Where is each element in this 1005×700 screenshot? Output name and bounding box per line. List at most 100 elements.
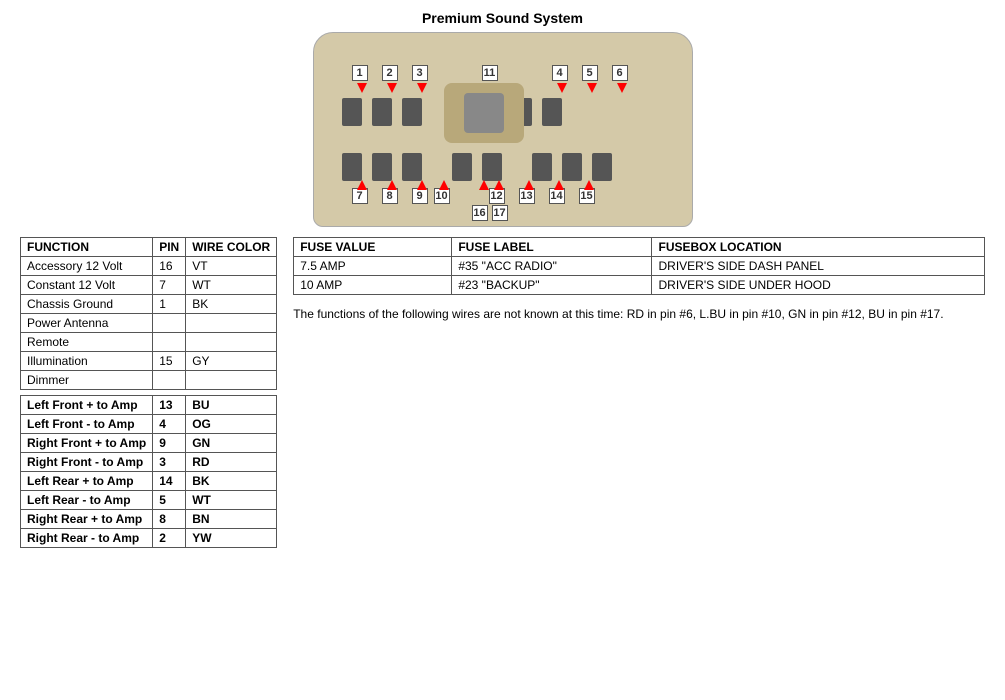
fuse-col-location: FUSEBOX LOCATION [652,238,985,257]
pin-label-10: 10 [434,188,450,204]
cell-color: WT [186,276,277,295]
cell-function: Chassis Ground [21,295,153,314]
cell-pin: 2 [153,529,186,548]
pin-label-15: 15 [579,188,595,204]
socket [542,98,562,126]
pin-label-6: 6 [612,65,628,81]
table-row: Right Rear - to Amp 2 YW [21,529,277,548]
arrow-12b [494,180,504,190]
socket [592,153,612,181]
cell-function: Left Front - to Amp [21,415,153,434]
arrow-13 [524,180,534,190]
cell-pin: 3 [153,453,186,472]
arrow-8 [387,180,397,190]
arrow-15 [584,180,594,190]
cell-fuse-label: #35 "ACC RADIO" [452,257,652,276]
page: Premium Sound System 1 2 3 11 4 5 6 [0,0,1005,700]
cell-fuse-location: DRIVER'S SIDE UNDER HOOD [652,276,985,295]
arrow-4 [557,83,567,93]
cell-function: Power Antenna [21,314,153,333]
arrow-6 [617,83,627,93]
cell-function: Left Front + to Amp [21,396,153,415]
cell-fuse-location: DRIVER'S SIDE DASH PANEL [652,257,985,276]
wire-table-container: FUNCTION PIN WIRE COLOR Accessory 12 Vol… [20,237,277,548]
table-row: 10 AMP #23 "BACKUP" DRIVER'S SIDE UNDER … [294,276,985,295]
pin-label-17: 17 [492,205,508,221]
cell-pin: 13 [153,396,186,415]
table-row: Accessory 12 Volt 16 VT [21,257,277,276]
pin-label-4: 4 [552,65,568,81]
wire-table: FUNCTION PIN WIRE COLOR Accessory 12 Vol… [20,237,277,548]
socket [342,98,362,126]
right-area: FUSE VALUE FUSE LABEL FUSEBOX LOCATION 7… [293,237,985,323]
socket [402,153,422,181]
arrow-1 [357,83,367,93]
table-row: Remote [21,333,277,352]
cell-function: Dimmer [21,371,153,390]
cell-function: Right Rear - to Amp [21,529,153,548]
socket [402,98,422,126]
socket [372,98,392,126]
pin-label-3: 3 [412,65,428,81]
cell-function: Remote [21,333,153,352]
socket [342,153,362,181]
cell-pin: 9 [153,434,186,453]
table-row: Right Front - to Amp 3 RD [21,453,277,472]
arrow-14 [554,180,564,190]
pin-label-7: 7 [352,188,368,204]
cell-color: RD [186,453,277,472]
col-color: WIRE COLOR [186,238,277,257]
center-piece [444,83,524,143]
pin-label-8: 8 [382,188,398,204]
gap [512,153,522,181]
center-socket [464,93,504,133]
fuse-col-label: FUSE LABEL [452,238,652,257]
pin-label-14: 14 [549,188,565,204]
cell-color: VT [186,257,277,276]
cell-pin: 4 [153,415,186,434]
fuse-table: FUSE VALUE FUSE LABEL FUSEBOX LOCATION 7… [293,237,985,295]
table-row: Illumination 15 GY [21,352,277,371]
table-row: 7.5 AMP #35 "ACC RADIO" DRIVER'S SIDE DA… [294,257,985,276]
arrow-12 [479,180,489,190]
pin-label-13: 13 [519,188,535,204]
col-function: FUNCTION [21,238,153,257]
cell-pin: 5 [153,491,186,510]
cell-function: Constant 12 Volt [21,276,153,295]
arrow-3 [417,83,427,93]
arrow-2 [387,83,397,93]
cell-color: WT [186,491,277,510]
cell-color [186,371,277,390]
cell-function: Illumination [21,352,153,371]
table-row: Right Front + to Amp 9 GN [21,434,277,453]
cell-pin: 16 [153,257,186,276]
table-row: Right Rear + to Amp 8 BN [21,510,277,529]
cell-color: GY [186,352,277,371]
cell-function: Accessory 12 Volt [21,257,153,276]
cell-color [186,314,277,333]
cell-pin: 14 [153,472,186,491]
arrow-9 [417,180,427,190]
cell-pin: 8 [153,510,186,529]
cell-color: YW [186,529,277,548]
table-row: Left Rear - to Amp 5 WT [21,491,277,510]
cell-color: BK [186,472,277,491]
cell-pin: 1 [153,295,186,314]
cell-function: Left Rear + to Amp [21,472,153,491]
cell-pin [153,333,186,352]
table-row: Left Rear + to Amp 14 BK [21,472,277,491]
cell-color: BU [186,396,277,415]
page-title: Premium Sound System [422,10,583,26]
table-row: Power Antenna [21,314,277,333]
cell-pin [153,371,186,390]
cell-fuse-value: 10 AMP [294,276,452,295]
cell-fuse-value: 7.5 AMP [294,257,452,276]
cell-color: BN [186,510,277,529]
arrow-7 [357,180,367,190]
socket [452,153,472,181]
cell-pin: 7 [153,276,186,295]
socket [482,153,502,181]
note-text: The functions of the following wires are… [293,305,985,323]
table-row: Left Front - to Amp 4 OG [21,415,277,434]
cell-fuse-label: #23 "BACKUP" [452,276,652,295]
